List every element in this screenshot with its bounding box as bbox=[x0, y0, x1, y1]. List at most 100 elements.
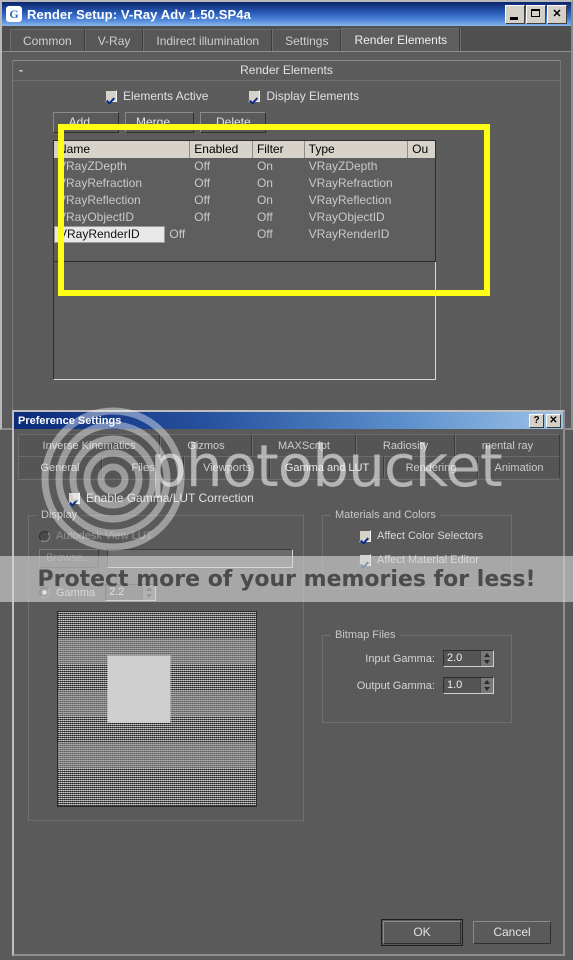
cell-filter: On bbox=[256, 193, 273, 207]
cell-name-editable[interactable]: VRayRenderID bbox=[54, 226, 166, 243]
gamma-value-spinner[interactable]: 2.2 bbox=[105, 584, 157, 601]
spinner-up-icon[interactable] bbox=[481, 651, 493, 659]
enable-gamma-checkbox[interactable] bbox=[68, 492, 80, 504]
gamma-value[interactable]: 2.2 bbox=[106, 585, 143, 600]
elements-active-label: Elements Active bbox=[123, 89, 209, 103]
tab-settings[interactable]: Settings bbox=[272, 29, 342, 51]
cell-output bbox=[408, 209, 435, 226]
tab-mental-ray[interactable]: mental ray bbox=[455, 434, 560, 456]
tab-vray[interactable]: V-Ray bbox=[84, 29, 144, 51]
cell-output bbox=[408, 158, 435, 175]
lut-browse-row: Browse... bbox=[39, 549, 293, 568]
elements-active-checkbox[interactable] bbox=[105, 90, 117, 102]
render-elements-rollout: - Render Elements Elements Active Displa… bbox=[12, 60, 561, 428]
tab-animation[interactable]: Animation bbox=[478, 456, 560, 478]
affect-color-selectors-checkbox[interactable] bbox=[359, 530, 371, 542]
input-gamma-row: Input Gamma: 2.0 bbox=[339, 650, 501, 667]
help-button[interactable]: ? bbox=[529, 413, 544, 428]
materials-and-colors-group: Materials and Colors Affect Color Select… bbox=[322, 509, 512, 589]
tab-gizmos[interactable]: Gizmos bbox=[160, 434, 252, 456]
add-button[interactable]: Add ... bbox=[53, 112, 119, 133]
rollout-content: Elements Active Display Elements Add ...… bbox=[13, 81, 560, 388]
tab-gamma-and-lut[interactable]: Gamma and LUT bbox=[270, 456, 384, 478]
column-header-name[interactable]: Name bbox=[54, 141, 191, 158]
spinner-up-icon[interactable] bbox=[481, 678, 493, 686]
rollout-header[interactable]: - Render Elements bbox=[13, 61, 560, 81]
input-gamma-spinner[interactable]: 2.0 bbox=[443, 650, 494, 667]
cell-filter: On bbox=[256, 159, 273, 173]
autodesk-view-lut-radio[interactable] bbox=[39, 530, 50, 542]
table-row[interactable]: VRayObjectID Off Off VRayObjectID bbox=[54, 209, 435, 226]
ok-button[interactable]: OK bbox=[381, 919, 463, 946]
cell-name: VRayZDepth bbox=[58, 159, 127, 173]
render-elements-empty-list-area bbox=[53, 262, 436, 380]
cell-enabled: Off bbox=[194, 176, 211, 190]
spinner-down-icon[interactable] bbox=[481, 686, 493, 694]
gamma-preview-swatch bbox=[57, 611, 257, 807]
close-button[interactable]: ✕ bbox=[547, 4, 567, 24]
autodesk-view-lut-row[interactable]: Autodesk View LUT bbox=[39, 530, 293, 542]
tab-files[interactable]: Files bbox=[102, 456, 184, 478]
affect-material-editor-row: Affect Material Editor bbox=[359, 554, 501, 566]
collapse-icon[interactable]: - bbox=[19, 61, 23, 80]
spinner-down-icon[interactable] bbox=[481, 659, 493, 667]
column-header-filter[interactable]: Filter bbox=[252, 141, 305, 158]
cell-enabled: Off bbox=[169, 227, 186, 241]
browse-button[interactable]: Browse... bbox=[39, 549, 99, 568]
materials-group-legend: Materials and Colors bbox=[331, 509, 440, 521]
preference-close-button[interactable]: ✕ bbox=[546, 413, 561, 428]
column-header-type[interactable]: Type bbox=[304, 141, 409, 158]
spinner-up-icon[interactable] bbox=[143, 585, 155, 593]
elements-checkbox-row: Elements Active Display Elements bbox=[105, 89, 548, 103]
cell-name: VRayRefraction bbox=[58, 176, 143, 190]
element-actions: Add ... Merge ... Delete bbox=[53, 112, 548, 133]
preview-band bbox=[58, 742, 256, 768]
input-gamma-value[interactable]: 2.0 bbox=[444, 651, 480, 666]
cancel-button[interactable]: Cancel bbox=[473, 921, 551, 944]
output-gamma-spinner[interactable]: 1.0 bbox=[443, 677, 494, 694]
input-gamma-label: Input Gamma: bbox=[365, 652, 435, 665]
output-gamma-value[interactable]: 1.0 bbox=[444, 678, 480, 693]
gamma-columns: Display Autodesk View LUT Browse... Gamm… bbox=[28, 509, 549, 821]
cell-enabled: Off bbox=[194, 159, 211, 173]
affect-material-editor-checkbox[interactable] bbox=[359, 554, 371, 566]
window-controls: ✕ bbox=[505, 4, 567, 24]
column-header-output[interactable]: Ou bbox=[408, 141, 435, 158]
tab-maxscript[interactable]: MAXScript bbox=[252, 434, 356, 456]
cell-output bbox=[408, 192, 435, 209]
delete-button[interactable]: Delete bbox=[200, 112, 267, 133]
maximize-button[interactable] bbox=[526, 4, 546, 24]
output-gamma-arrows[interactable] bbox=[480, 678, 493, 693]
gamma-row: Gamma 2.2 bbox=[39, 584, 293, 601]
minimize-button[interactable] bbox=[505, 4, 525, 24]
tab-common[interactable]: Common bbox=[10, 29, 85, 51]
bitmap-files-group: Bitmap Files Input Gamma: 2.0 Output Gam… bbox=[322, 629, 512, 723]
column-header-enabled[interactable]: Enabled bbox=[190, 141, 253, 158]
input-gamma-arrows[interactable] bbox=[480, 651, 493, 666]
preference-titlebar: Preference Settings ? ✕ bbox=[14, 412, 563, 429]
tab-inverse-kinematics[interactable]: Inverse Kinematics bbox=[18, 434, 160, 456]
table-row[interactable]: VRayRefraction Off On VRayRefraction bbox=[54, 175, 435, 192]
tab-rendering[interactable]: Rendering bbox=[384, 456, 478, 478]
tab-viewports[interactable]: Viewports bbox=[184, 456, 270, 478]
spinner-down-icon[interactable] bbox=[143, 593, 155, 601]
tab-render-elements[interactable]: Render Elements bbox=[341, 28, 461, 51]
affect-color-selectors-row: Affect Color Selectors bbox=[359, 530, 501, 542]
gamma-radio[interactable] bbox=[39, 587, 50, 598]
gamma-option[interactable]: Gamma bbox=[39, 587, 95, 599]
cell-name: VRayReflection bbox=[58, 193, 141, 207]
table-row-selected[interactable]: VRayRenderID Off Off VRayRenderID bbox=[54, 226, 435, 243]
gamma-spinner-arrows[interactable] bbox=[142, 585, 156, 601]
merge-button[interactable]: Merge ... bbox=[125, 112, 195, 133]
tab-radiosity[interactable]: Radiosity bbox=[356, 434, 455, 456]
tab-indirect-illumination[interactable]: Indirect illumination bbox=[143, 29, 273, 51]
display-elements-checkbox[interactable] bbox=[248, 90, 261, 102]
preference-title: Preference Settings bbox=[18, 414, 122, 427]
gamma-lut-panel: Enable Gamma/LUT Correction Display Auto… bbox=[18, 479, 559, 949]
table-row[interactable]: VRayReflection Off On VRayReflection bbox=[54, 192, 435, 209]
tab-general[interactable]: General bbox=[18, 456, 102, 478]
lut-path-field[interactable] bbox=[107, 549, 293, 568]
table-row[interactable]: VRayZDepth Off On VRayZDepth bbox=[54, 158, 435, 175]
cell-output bbox=[408, 175, 435, 192]
cell-type: VRayObjectID bbox=[308, 210, 385, 224]
